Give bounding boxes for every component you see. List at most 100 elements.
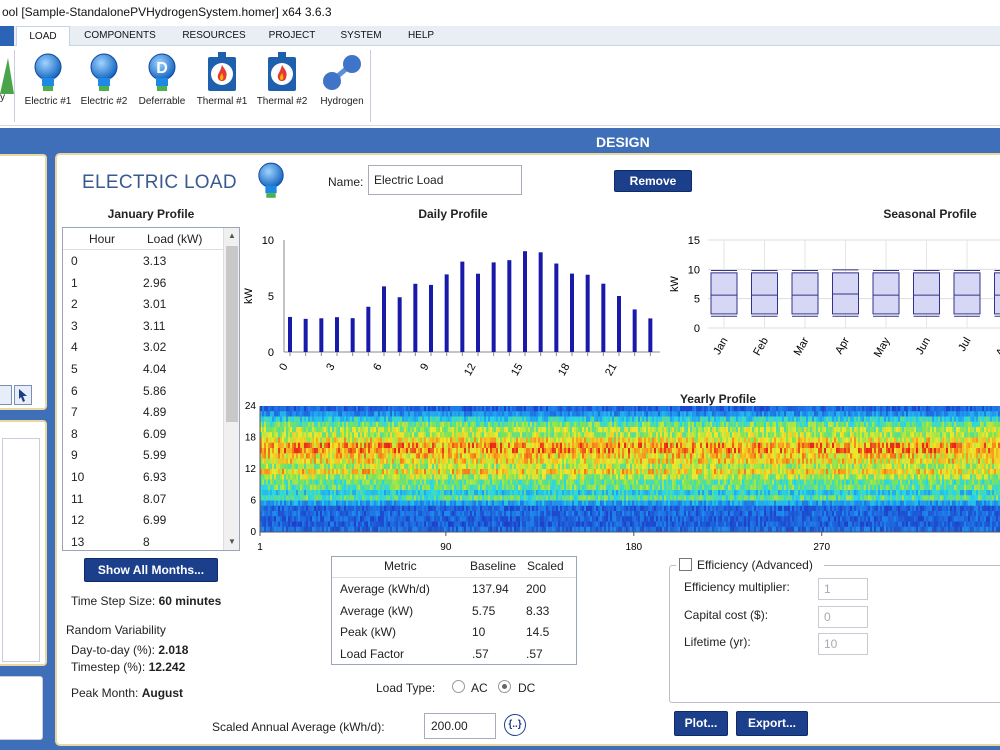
pointer-icon	[19, 389, 27, 402]
table-row[interactable]: 13 8	[63, 532, 223, 550]
left-list[interactable]	[2, 438, 40, 662]
load-cell[interactable]: 5.99	[143, 448, 166, 462]
ribbon-thermal-1-label: Thermal #1	[196, 96, 248, 107]
ribbon-electric-1-button[interactable]: Electric #1	[20, 52, 76, 118]
table-row[interactable]: 3 3.11	[63, 316, 223, 337]
ribbon-separator	[14, 50, 15, 122]
load-cell[interactable]: 3.01	[143, 297, 166, 311]
table-row[interactable]: 1 2.96	[63, 273, 223, 294]
hour-cell: 8	[71, 426, 78, 441]
yearly-profile-heatmap: 061218241 90 180 270	[245, 402, 1000, 553]
menu-project[interactable]: PROJECT	[262, 26, 322, 46]
menu-load[interactable]: LOAD	[16, 26, 70, 47]
ribbon-hydrogen-button[interactable]: Hydrogen	[314, 52, 370, 118]
daily-profile-chart: 0510kW0 3 6 9 12 15 18 21	[243, 235, 660, 378]
daily-bar	[617, 296, 621, 352]
load-cell[interactable]: 2.96	[143, 276, 166, 290]
seasonal-y-label: kW	[669, 275, 681, 292]
partial-ribbon-icon[interactable]	[0, 54, 14, 94]
load-cell[interactable]: 6.93	[143, 470, 166, 484]
ribbon-thermal-1-button[interactable]: Thermal #1	[194, 52, 250, 118]
hour-cell: 1	[71, 275, 78, 290]
daily-bar	[476, 273, 480, 352]
table-row[interactable]: 12 6.99	[63, 510, 223, 531]
load-heading: ELECTRIC LOAD	[82, 172, 237, 193]
hour-cell: 0	[71, 254, 78, 268]
daily-bar	[303, 318, 308, 352]
menu-system[interactable]: SYSTEM	[334, 26, 388, 46]
random-variability-label: Random Variability	[66, 623, 166, 637]
flame-icon	[268, 52, 296, 91]
menu-help[interactable]: HELP	[400, 26, 442, 46]
seasonal-profile-chart: 051015kWJan Feb Mar Apr May Jun Jul Aug	[669, 235, 1000, 359]
lightbulb-icon	[90, 53, 118, 91]
ribbon-thermal-2-button[interactable]: Thermal #2	[254, 52, 310, 118]
seasonal-x-tick: Feb	[751, 336, 771, 358]
daily-x-tick: 0	[277, 362, 290, 373]
day-to-day-label: Day-to-day (%):	[71, 643, 156, 657]
file-tab[interactable]	[0, 26, 14, 46]
load-cell[interactable]: 6.09	[143, 427, 166, 441]
ribbon-deferrable-label: Deferrable	[138, 96, 186, 107]
menu-components[interactable]: COMPONENTS	[78, 26, 162, 46]
daily-bar	[585, 274, 590, 352]
table-row[interactable]: 11 8.07	[63, 489, 223, 510]
col-load-header[interactable]: Load (kW)	[147, 232, 202, 246]
hour-cell: 11	[71, 491, 84, 506]
menu-resources[interactable]: RESOURCES	[178, 26, 250, 46]
daily-bar	[413, 283, 418, 352]
daily-bar	[648, 318, 653, 352]
january-profile-table[interactable]: Hour Load (kW) 0 3.13 1 2.96 2 3.01 3 3.11 4 3.02…	[62, 227, 240, 551]
remove-button[interactable]: Remove	[614, 170, 692, 192]
seasonal-box	[913, 272, 940, 315]
load-cell[interactable]: 3.11	[143, 319, 165, 333]
seasonal-box	[994, 272, 1000, 315]
table-row[interactable]: 9 5.99	[63, 445, 223, 466]
scroll-thumb[interactable]	[226, 246, 238, 422]
daily-bar	[491, 262, 496, 352]
day-to-day-value[interactable]: 2.018	[158, 643, 188, 657]
seasonal-x-tick: Aug	[994, 336, 1000, 359]
left-tool-button[interactable]	[0, 385, 12, 405]
load-cell[interactable]: 4.04	[143, 362, 166, 376]
peak-month-label: Peak Month:	[71, 686, 139, 700]
load-cell[interactable]: 8	[143, 535, 150, 549]
load-cell[interactable]: 3.02	[143, 340, 166, 354]
col-hour-header[interactable]: Hour	[89, 232, 115, 246]
scroll-up-icon[interactable]: ▲	[224, 228, 239, 244]
ribbon-electric-2-label: Electric #2	[80, 96, 128, 107]
table-row[interactable]: 7 4.89	[63, 402, 223, 423]
table-row[interactable]: 6 5.86	[63, 381, 223, 402]
daily-bar	[507, 260, 512, 352]
timestep-row: Timestep (%): 12.242	[71, 660, 185, 674]
table-row[interactable]: 8 6.09	[63, 424, 223, 445]
load-cell[interactable]: 4.89	[143, 405, 166, 419]
table-row[interactable]: 0 3.13	[63, 251, 223, 272]
load-cell[interactable]: 6.99	[143, 513, 166, 527]
load-cell[interactable]: 8.07	[143, 492, 166, 506]
daily-x-tick: 9	[418, 362, 431, 373]
ribbon-electric-2-button[interactable]: Electric #2	[76, 52, 132, 118]
name-label: Name:	[328, 175, 364, 189]
show-all-months-button[interactable]: Show All Months...	[84, 558, 218, 582]
seasonal-x-tick: Apr	[833, 335, 852, 356]
daily-bar	[366, 306, 371, 352]
table-row[interactable]: 10 6.93	[63, 467, 223, 488]
load-cell[interactable]: 5.86	[143, 384, 166, 398]
table-row[interactable]: 5 4.04	[63, 359, 223, 380]
daily-bar	[319, 318, 324, 352]
seasonal-box	[953, 272, 981, 315]
daily-bar	[444, 274, 449, 352]
daily-y-tick: 5	[268, 291, 274, 303]
table-row[interactable]: 4 3.02	[63, 337, 223, 358]
left-pointer-button[interactable]	[14, 385, 32, 405]
design-title: DESIGN	[596, 134, 650, 150]
table-row[interactable]: 2 3.01	[63, 294, 223, 315]
seasonal-y-tick: 0	[694, 323, 700, 335]
seasonal-x-tick: Jan	[711, 336, 730, 357]
ribbon-deferrable-button[interactable]: D Deferrable	[134, 52, 190, 118]
name-input[interactable]: Electric Load	[368, 165, 522, 195]
timestep-value[interactable]: 12.242	[149, 660, 186, 674]
load-cell[interactable]: 3.13	[143, 254, 166, 268]
left-panel-top	[0, 154, 47, 410]
